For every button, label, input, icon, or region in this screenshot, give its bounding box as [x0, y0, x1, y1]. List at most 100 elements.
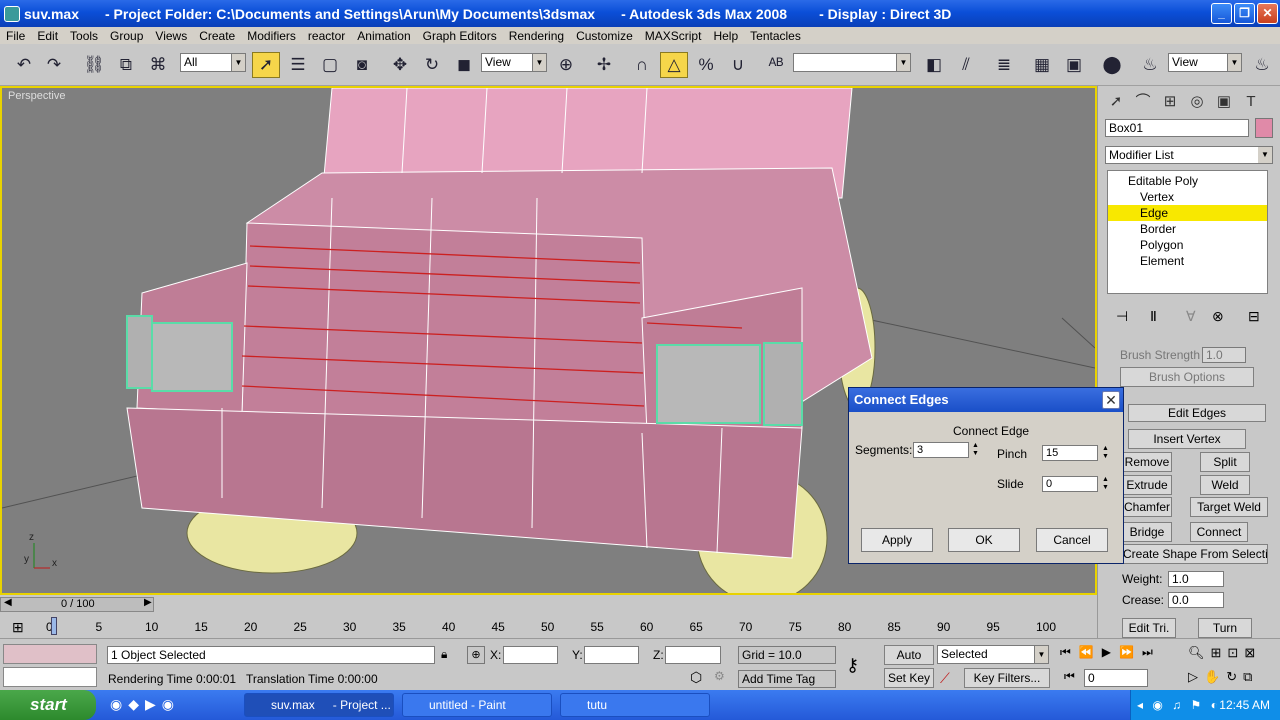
window-crossing-icon[interactable]: ◙	[348, 52, 376, 78]
create-tab-icon[interactable]: ➚	[1104, 90, 1128, 114]
go-to-end-icon[interactable]: ⏭	[1142, 645, 1161, 659]
percent-snap-icon[interactable]: %	[692, 52, 720, 78]
quick-render-icon[interactable]: ♨	[1248, 52, 1276, 78]
modify-tab-icon[interactable]: ⌒	[1131, 90, 1155, 114]
previous-frame-icon[interactable]: ⏪	[1079, 645, 1102, 659]
split-button[interactable]: Split	[1200, 452, 1250, 472]
edit-edges-rollout[interactable]: Edit Edges	[1128, 404, 1266, 422]
object-color-swatch[interactable]	[1255, 118, 1273, 138]
named-selection-combo[interactable]: ▼	[793, 53, 911, 72]
browser-icon[interactable]: ◉	[162, 696, 180, 712]
player-icon[interactable]: ▶	[145, 696, 162, 712]
stack-border[interactable]: Border	[1108, 221, 1267, 237]
segments-field[interactable]: 3	[913, 442, 969, 458]
field-of-view-icon[interactable]: ▷	[1188, 669, 1204, 684]
selection-filter-combo[interactable]: All ▼	[180, 53, 246, 72]
select-link-icon[interactable]: ⛓	[80, 52, 108, 78]
key-icon[interactable]: ⚷	[846, 655, 859, 676]
time-slider-left-icon[interactable]: ◀	[4, 597, 12, 608]
pin-stack-icon[interactable]: ⊣	[1116, 308, 1128, 325]
current-frame-field[interactable]: 0	[1084, 669, 1148, 687]
time-marker[interactable]	[51, 617, 57, 635]
weight-field[interactable]: 1.0	[1168, 571, 1224, 587]
add-time-tag[interactable]: Add Time Tag	[738, 670, 836, 688]
curve-editor-icon[interactable]: ▦	[1028, 52, 1056, 78]
menu-reactor[interactable]: reactor	[302, 29, 351, 43]
menu-create[interactable]: Create	[193, 29, 241, 43]
chamfer-button[interactable]: Chamfer	[1122, 497, 1172, 517]
display-tab-icon[interactable]: ▣	[1212, 90, 1236, 114]
pinch-field[interactable]: 15	[1042, 445, 1098, 461]
start-button[interactable]: start	[0, 690, 96, 720]
angle-snap-icon[interactable]: △	[660, 52, 688, 78]
crease-field[interactable]: 0.0	[1168, 592, 1224, 608]
motion-tab-icon[interactable]: ◎	[1185, 90, 1209, 114]
manipulate-icon[interactable]: ✢	[590, 52, 618, 78]
pan-icon[interactable]: ✋	[1204, 669, 1226, 684]
next-frame-icon[interactable]: ⏩	[1119, 645, 1142, 659]
layer-manager-icon[interactable]: ≣	[990, 52, 1018, 78]
pinch-spinner[interactable]: ▲ ▼	[1101, 445, 1110, 461]
render-view-combo[interactable]: View ▼	[1168, 53, 1242, 72]
go-to-start-icon[interactable]: ⏮	[1060, 645, 1079, 659]
task-3dsmax[interactable]: suv.max - Project ...	[244, 693, 394, 717]
maxscript-mini-listener[interactable]	[3, 667, 97, 687]
maximize-button[interactable]: ❐	[1234, 3, 1255, 24]
scale-icon[interactable]: ◼	[450, 52, 478, 78]
material-editor-icon[interactable]: ⬤	[1098, 52, 1126, 78]
menu-help[interactable]: Help	[707, 29, 744, 43]
task-tutu[interactable]: tutu	[560, 693, 710, 717]
zoom-icon[interactable]: 🔍︎	[1188, 645, 1211, 660]
undo-icon[interactable]: ↶	[10, 52, 38, 78]
time-slider-right-icon[interactable]: ▶	[144, 597, 152, 608]
play-icon[interactable]: ▶	[1102, 645, 1119, 659]
schematic-view-icon[interactable]: ▣	[1060, 52, 1088, 78]
key-filters-button[interactable]: Key Filters...	[964, 668, 1050, 688]
stack-editable-poly[interactable]: Editable Poly	[1108, 173, 1267, 189]
utilities-tab-icon[interactable]: T	[1239, 90, 1263, 114]
target-weld-button[interactable]: Target Weld	[1190, 497, 1268, 517]
x-coordinate-field[interactable]	[503, 646, 558, 664]
edit-named-selection-icon[interactable]: ᴬᴮ	[762, 52, 790, 78]
rect-selection-icon[interactable]: ▢	[316, 52, 344, 78]
orbit-icon[interactable]: ↻	[1226, 669, 1243, 684]
absolute-mode-icon[interactable]: ⊕	[467, 646, 485, 664]
move-icon[interactable]: ✥	[386, 52, 414, 78]
slide-field[interactable]: 0	[1042, 476, 1098, 492]
lock-selection-icon[interactable]: 🔒︎	[441, 647, 447, 662]
object-name-field[interactable]: Box01	[1105, 119, 1249, 137]
close-button[interactable]: ✕	[1257, 3, 1278, 24]
brush-strength-field[interactable]: 1.0	[1202, 347, 1246, 363]
weld-button[interactable]: Weld	[1200, 475, 1250, 495]
stack-polygon[interactable]: Polygon	[1108, 237, 1267, 253]
auto-key-button[interactable]: Auto Key	[884, 645, 934, 680]
zoom-all-icon[interactable]: ⊞	[1211, 645, 1228, 660]
show-end-result-icon[interactable]: Ⅱ	[1150, 308, 1157, 325]
insert-vertex-button[interactable]: Insert Vertex	[1128, 429, 1246, 449]
unlink-icon[interactable]: ⧉	[112, 52, 140, 78]
adaptive-degradation-icon[interactable]: ⚙	[714, 669, 725, 683]
brush-options-button[interactable]: Brush Options	[1120, 367, 1254, 387]
menu-modifiers[interactable]: Modifiers	[241, 29, 302, 43]
select-by-name-icon[interactable]: ☰	[284, 52, 312, 78]
selection-mode-icon[interactable]: ⬡	[690, 669, 710, 689]
snap-3d-icon[interactable]: ∩	[628, 52, 656, 78]
pivot-center-icon[interactable]: ⊕	[552, 52, 580, 78]
rotate-icon[interactable]: ↻	[418, 52, 446, 78]
z-coordinate-field[interactable]	[665, 646, 721, 664]
slide-spinner[interactable]: ▲ ▼	[1101, 476, 1110, 492]
cancel-button[interactable]: Cancel	[1036, 528, 1108, 552]
set-key-button[interactable]: Set Key	[884, 668, 934, 688]
menu-tentacles[interactable]: Tentacles	[744, 29, 807, 43]
remove-button[interactable]: Remove	[1122, 452, 1172, 472]
viewport-nav-controls-2[interactable]: ▷✋↻⧉	[1188, 669, 1258, 685]
firefox-icon[interactable]: ◉	[110, 696, 128, 712]
extrude-button[interactable]: Extrude	[1122, 475, 1172, 495]
mirror-icon[interactable]: ◧	[920, 52, 948, 78]
viewport-label[interactable]: Perspective	[8, 90, 65, 102]
create-shape-button[interactable]: Create Shape From Selection	[1122, 544, 1268, 564]
turn-button[interactable]: Turn	[1198, 618, 1252, 638]
make-unique-icon[interactable]: ∀	[1186, 308, 1196, 325]
menu-maxscript[interactable]: MAXScript	[639, 29, 708, 43]
reference-coord-combo[interactable]: View ▼	[481, 53, 547, 72]
